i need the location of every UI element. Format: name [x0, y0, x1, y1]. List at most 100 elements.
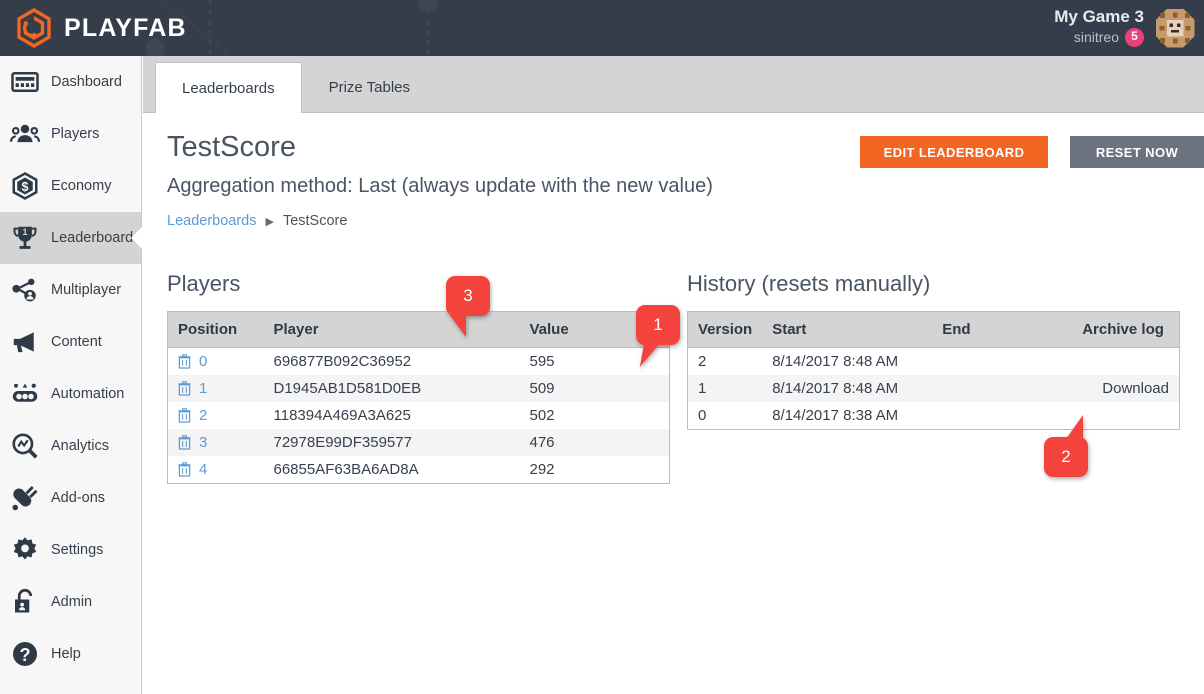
trash-icon[interactable]: [178, 354, 191, 369]
history-end: [932, 402, 1072, 430]
position-number: 1: [199, 380, 207, 397]
callout-number: 1: [653, 315, 662, 335]
position-number: 0: [199, 353, 207, 370]
column-header-archive-log[interactable]: Archive log: [1072, 312, 1179, 348]
breadcrumb-link-leaderboards[interactable]: Leaderboards: [167, 213, 257, 229]
trash-icon[interactable]: [178, 381, 191, 396]
username-label: sinitreo: [1074, 29, 1119, 45]
svg-text:1: 1: [22, 227, 27, 237]
player-position-cell: 3: [168, 429, 264, 456]
page-title: TestScore: [167, 131, 296, 164]
help-icon: ?: [10, 639, 40, 669]
player-value: 509: [520, 375, 670, 402]
automation-icon: [10, 379, 40, 409]
sidebar-item-automation[interactable]: Automation: [0, 368, 141, 420]
edit-leaderboard-button[interactable]: EDIT LEADERBOARD: [860, 136, 1048, 168]
players-table-header-row: Position Player Value: [168, 312, 670, 348]
history-archive-download-link[interactable]: [1072, 348, 1179, 376]
callout-number: 3: [463, 286, 472, 306]
aggregation-method-label: Aggregation method: Last (always update …: [167, 175, 713, 198]
trash-icon[interactable]: [178, 462, 191, 477]
table-row: 1 D1945AB1D581D0EB 509: [168, 375, 670, 402]
sidebar-item-dashboard[interactable]: Dashboard: [0, 56, 141, 108]
sidebar-label: Leaderboards: [51, 230, 141, 246]
table-row: 4 66855AF63BA6AD8A 292: [168, 456, 670, 484]
column-header-player[interactable]: Player: [264, 312, 520, 348]
history-end: [932, 348, 1072, 376]
sidebar-item-players[interactable]: Players: [0, 108, 141, 160]
sidebar-item-help[interactable]: ? Help: [0, 628, 141, 680]
brand-name: PLAYFAB: [64, 14, 187, 43]
sidebar-nav: Dashboard Players $ Economy 1 Lead: [0, 56, 142, 694]
player-position-cell: 2: [168, 402, 264, 429]
analytics-icon: [10, 431, 40, 461]
players-panel: Players Position Player Value: [167, 271, 670, 484]
history-end: [932, 375, 1072, 402]
callout-marker-3: 3: [446, 276, 490, 316]
trophy-icon: 1: [10, 223, 40, 253]
trash-icon[interactable]: [178, 408, 191, 423]
sidebar-item-content[interactable]: Content: [0, 316, 141, 368]
history-archive-download-link[interactable]: [1072, 402, 1179, 430]
callout-tail: [449, 314, 466, 337]
sidebar-label: Content: [51, 334, 102, 350]
player-id-link[interactable]: 118394A469A3A625: [264, 402, 520, 429]
tab-leaderboards[interactable]: Leaderboards: [155, 62, 302, 113]
player-id-link[interactable]: D1945AB1D581D0EB: [264, 375, 520, 402]
column-header-version[interactable]: Version: [688, 312, 763, 348]
column-header-end[interactable]: End: [932, 312, 1072, 348]
sidebar-label: Add-ons: [51, 490, 105, 506]
player-id-link[interactable]: 66855AF63BA6AD8A: [264, 456, 520, 484]
notification-badge[interactable]: 5: [1125, 28, 1144, 47]
history-archive-download-link[interactable]: Download: [1072, 375, 1179, 402]
callout-number: 2: [1061, 447, 1070, 467]
player-id-link[interactable]: 72978E99DF359577: [264, 429, 520, 456]
callout-marker-1: 1: [636, 305, 680, 345]
tab-strip: Leaderboards Prize Tables: [143, 56, 1204, 113]
sidebar-label: Automation: [51, 386, 124, 402]
tab-prize-tables[interactable]: Prize Tables: [302, 61, 437, 112]
sidebar-item-analytics[interactable]: Analytics: [0, 420, 141, 472]
history-version: 0: [688, 402, 763, 430]
player-value: 502: [520, 402, 670, 429]
players-table: Position Player Value: [167, 311, 670, 484]
account-info[interactable]: My Game 3 sinitreo 5: [1054, 7, 1144, 47]
sidebar-item-settings[interactable]: Settings: [0, 524, 141, 576]
sidebar-label: Help: [51, 646, 81, 662]
svg-text:?: ?: [19, 645, 30, 665]
history-table: Version Start End Archive log 2 8/14/201…: [687, 311, 1180, 430]
sidebar-label: Settings: [51, 542, 103, 558]
sidebar-item-leaderboards[interactable]: 1 Leaderboards: [0, 212, 141, 264]
game-title: My Game 3: [1054, 7, 1144, 27]
players-icon: [10, 119, 40, 149]
sidebar-item-multiplayer[interactable]: Multiplayer: [0, 264, 141, 316]
table-row: 0 8/14/2017 8:38 AM: [688, 402, 1180, 430]
tab-list: Leaderboards Prize Tables: [155, 61, 437, 112]
table-row: 2 118394A469A3A625 502: [168, 402, 670, 429]
breadcrumb-separator-icon: ▶: [266, 215, 274, 228]
trash-icon[interactable]: [178, 435, 191, 450]
player-position-cell: 1: [168, 375, 264, 402]
pixel-avatar[interactable]: [1153, 6, 1197, 50]
players-heading: Players: [167, 271, 670, 297]
reset-now-button[interactable]: RESET NOW: [1070, 136, 1204, 168]
column-header-position[interactable]: Position: [168, 312, 264, 348]
player-position-cell: 0: [168, 348, 264, 376]
position-number: 2: [199, 407, 207, 424]
dashboard-icon: [10, 67, 40, 97]
main-content: TestScore Aggregation method: Last (alwa…: [143, 113, 1204, 694]
player-id-link[interactable]: 696877B092C36952: [264, 348, 520, 376]
top-header-bar: PLAYFAB My Game 3 sinitreo 5: [0, 0, 1204, 56]
sidebar-item-economy[interactable]: $ Economy: [0, 160, 141, 212]
breadcrumb: Leaderboards ▶ TestScore: [167, 213, 347, 229]
history-panel: History (resets manually) Version Start …: [687, 271, 1180, 430]
position-number: 3: [199, 434, 207, 451]
sidebar-item-admin[interactable]: Admin: [0, 576, 141, 628]
sidebar-item-add-ons[interactable]: Add-ons: [0, 472, 141, 524]
table-row: 1 8/14/2017 8:48 AM Download: [688, 375, 1180, 402]
playfab-hexagon-logo: [14, 8, 54, 48]
player-position-cell: 4: [168, 456, 264, 484]
lock-icon: [10, 587, 40, 617]
column-header-start[interactable]: Start: [762, 312, 932, 348]
brand-logo-group[interactable]: PLAYFAB: [14, 8, 187, 48]
